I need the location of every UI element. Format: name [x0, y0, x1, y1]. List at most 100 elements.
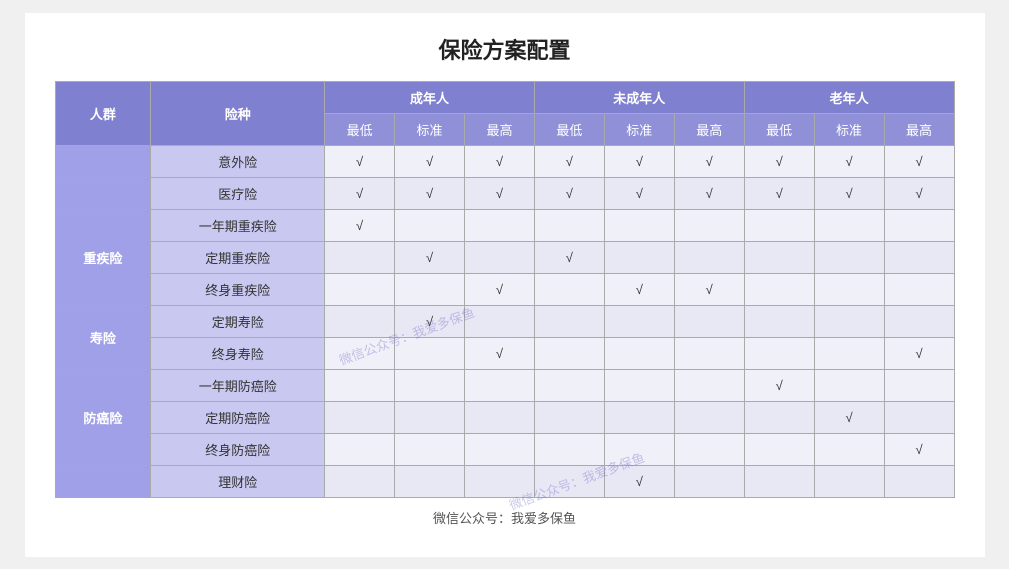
table-cell	[744, 401, 814, 433]
adult-std: 标准	[395, 113, 465, 145]
table-cell: √	[395, 241, 465, 273]
table-cell	[744, 241, 814, 273]
table-cell	[604, 433, 674, 465]
minor-min: 最低	[534, 113, 604, 145]
header-row-group: 人群 险种 成年人 未成年人 老年人	[55, 81, 954, 113]
table-cell	[325, 433, 395, 465]
table-row: 终身重疾险√√√	[55, 273, 954, 305]
table-cell: 寿险	[55, 305, 151, 369]
adult-max: 最高	[464, 113, 534, 145]
table-cell	[325, 305, 395, 337]
table-cell	[55, 465, 151, 497]
group-header: 人群	[55, 81, 151, 145]
table-row: 定期重疾险√√	[55, 241, 954, 273]
table-cell	[884, 305, 954, 337]
table-cell: √	[884, 337, 954, 369]
table-cell: √	[884, 145, 954, 177]
table-cell	[534, 401, 604, 433]
table-row: 定期防癌险 √	[55, 401, 954, 433]
table-cell: √	[674, 177, 744, 209]
page-title: 保险方案配置	[55, 33, 955, 65]
table-cell	[744, 305, 814, 337]
table-cell: √	[744, 145, 814, 177]
table-row: 防癌险一年期防癌险√	[55, 369, 954, 401]
table-cell	[325, 337, 395, 369]
table-cell	[55, 177, 151, 209]
table-cell	[325, 401, 395, 433]
table-cell	[534, 305, 604, 337]
table-cell	[814, 209, 884, 241]
table-cell	[674, 465, 744, 497]
table-cell: √	[325, 177, 395, 209]
table-cell	[674, 241, 744, 273]
insurance-table: 人群 险种 成年人 未成年人 老年人 最低 标准 最高 最低 标准 最高 最低 …	[55, 81, 955, 498]
table-cell: 定期防癌险	[151, 401, 325, 433]
table-cell	[674, 305, 744, 337]
table-cell	[464, 369, 534, 401]
table-cell	[534, 273, 604, 305]
table-cell	[884, 465, 954, 497]
table-cell: √	[744, 177, 814, 209]
table-cell: √	[604, 145, 674, 177]
table-row: 寿险定期寿险√	[55, 305, 954, 337]
table-cell: √	[604, 273, 674, 305]
table-cell: √	[814, 401, 884, 433]
table-cell: 意外险	[151, 145, 325, 177]
table-cell	[395, 465, 465, 497]
table-cell	[884, 241, 954, 273]
table-cell: √	[395, 177, 465, 209]
table-cell	[814, 433, 884, 465]
elderly-max: 最高	[884, 113, 954, 145]
table-cell	[744, 433, 814, 465]
table-cell	[464, 433, 534, 465]
table-cell	[464, 305, 534, 337]
table-cell: 一年期重疾险	[151, 209, 325, 241]
table-cell: √	[814, 145, 884, 177]
table-cell	[814, 465, 884, 497]
table-cell	[534, 209, 604, 241]
table-cell: √	[814, 177, 884, 209]
table-cell	[604, 337, 674, 369]
elderly-min: 最低	[744, 113, 814, 145]
table-cell: √	[534, 145, 604, 177]
elderly-std: 标准	[814, 113, 884, 145]
footer-text: 微信公众号：我爱多保鱼	[55, 508, 955, 527]
table-cell: √	[325, 145, 395, 177]
table-cell: √	[464, 273, 534, 305]
adult-min: 最低	[325, 113, 395, 145]
table-cell: √	[325, 209, 395, 241]
table-cell	[395, 337, 465, 369]
table-cell	[744, 209, 814, 241]
table-cell	[674, 369, 744, 401]
table-cell: √	[674, 145, 744, 177]
table-cell: √	[884, 433, 954, 465]
table-cell	[884, 209, 954, 241]
table-cell	[325, 465, 395, 497]
table-cell: √	[464, 145, 534, 177]
table-cell	[55, 145, 151, 177]
table-cell	[744, 273, 814, 305]
type-header: 险种	[151, 81, 325, 145]
table-cell: √	[534, 177, 604, 209]
table-cell: 定期重疾险	[151, 241, 325, 273]
table-cell	[884, 273, 954, 305]
table-cell	[884, 401, 954, 433]
table-cell	[395, 433, 465, 465]
table-cell: 定期寿险	[151, 305, 325, 337]
table-cell	[674, 209, 744, 241]
table-cell	[464, 241, 534, 273]
table-cell: √	[464, 337, 534, 369]
table-cell	[534, 433, 604, 465]
table-cell	[744, 337, 814, 369]
minor-header: 未成年人	[534, 81, 744, 113]
table-cell: 终身重疾险	[151, 273, 325, 305]
table-cell: √	[604, 465, 674, 497]
table-cell	[604, 305, 674, 337]
table-cell	[395, 273, 465, 305]
table-cell	[674, 337, 744, 369]
table-cell: 终身防癌险	[151, 433, 325, 465]
table-cell: 重疾险	[55, 209, 151, 305]
table-cell: √	[884, 177, 954, 209]
table-cell	[814, 305, 884, 337]
table-cell: √	[395, 145, 465, 177]
